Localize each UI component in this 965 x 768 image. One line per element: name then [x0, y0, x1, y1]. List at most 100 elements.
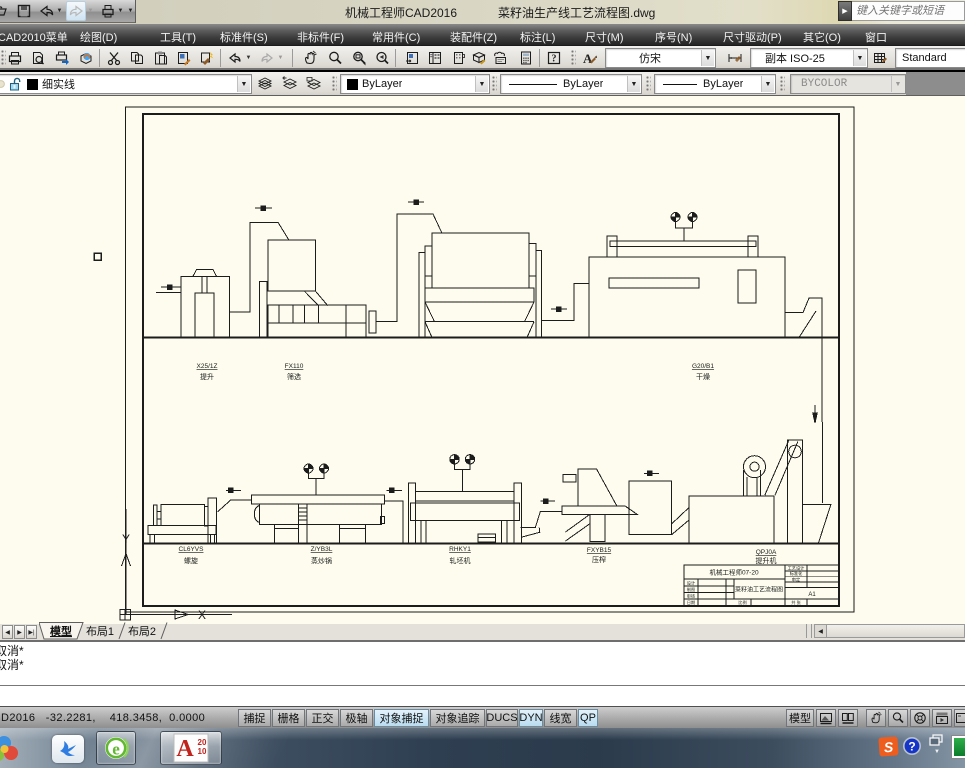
redo-dropdown-icon[interactable]: ▼ [86, 1, 95, 21]
redo-dropdown-icon[interactable]: ▼ [276, 49, 285, 67]
toggle-ortho[interactable]: 正交 [306, 709, 339, 727]
combo-dropdown-icon[interactable]: ▼ [853, 50, 866, 66]
start-orb-icon[interactable] [0, 734, 21, 764]
toggle-ducs[interactable]: DUCS [486, 709, 518, 727]
toggle-polar[interactable]: 极轴 [340, 709, 373, 727]
save-icon[interactable] [14, 1, 34, 21]
tab-next-icon[interactable]: ▶ [14, 625, 25, 639]
color-combo[interactable]: ByLayer ▼ [340, 74, 490, 94]
scroll-left-icon[interactable]: ◀ [814, 624, 827, 638]
sogou-icon[interactable]: S [878, 736, 899, 757]
menu-draw[interactable]: 绘图(D) [80, 29, 117, 45]
zoom-icon[interactable] [888, 709, 908, 727]
designcenter-icon[interactable] [426, 49, 444, 67]
menu-annotate[interactable]: 标注(L) [520, 29, 555, 45]
paste-special-icon[interactable] [175, 49, 193, 67]
layer-combo[interactable]: 细实线 ▼ [0, 74, 252, 94]
pan-icon[interactable] [866, 709, 886, 727]
tool-palettes-icon[interactable] [449, 49, 467, 67]
autocad-2010-icon[interactable]: A 20 10 [160, 731, 222, 765]
copy-icon[interactable] [128, 49, 146, 67]
plot-style-combo[interactable]: BYCOLOR ▼ [790, 74, 906, 94]
publish-icon[interactable] [77, 49, 95, 67]
match-properties-icon[interactable] [198, 49, 216, 67]
toggle-qp[interactable]: QP [578, 709, 598, 727]
lineweight-combo[interactable]: ByLayer ▼ [654, 74, 776, 94]
steering-wheel-icon[interactable] [910, 709, 930, 727]
zoom-realtime-icon[interactable] [326, 49, 344, 67]
linetype-combo[interactable]: ByLayer ▼ [500, 74, 642, 94]
toolbar-overflow-icon[interactable]: ▼ [126, 1, 135, 21]
print-icon[interactable] [98, 1, 118, 21]
dim-style-combo[interactable]: 副本 ISO-25 ▼ [750, 48, 868, 68]
redo-icon[interactable] [66, 1, 86, 21]
dim-style-icon[interactable] [726, 49, 744, 67]
combo-dropdown-icon[interactable]: ▼ [237, 76, 250, 92]
menu-dim-drive[interactable]: 尺寸驱动(P) [723, 29, 782, 45]
menu-tools[interactable]: 工具(T) [160, 29, 196, 45]
model-space-button[interactable]: 模型 [786, 709, 814, 727]
toolbar-grip[interactable] [492, 76, 497, 92]
menu-nonstandard-parts[interactable]: 非标件(F) [297, 29, 344, 45]
toolbar-grip[interactable] [780, 76, 785, 92]
restore-windows-icon[interactable] [929, 734, 943, 746]
undo-icon[interactable] [226, 49, 244, 67]
combo-dropdown-icon[interactable]: ▼ [475, 76, 488, 92]
tab-model-label[interactable]: 模型 [50, 624, 72, 638]
toolbar-grip[interactable] [332, 76, 337, 92]
clean-screen-icon[interactable] [954, 709, 965, 727]
table-style-combo[interactable]: Standard [895, 48, 965, 68]
table-style-icon[interactable] [871, 49, 889, 67]
print-dropdown-icon[interactable]: ▼ [116, 1, 125, 21]
scrollbar-grip[interactable] [806, 624, 812, 638]
coordinates-display[interactable]: -32.2281, 418.3458, 0.0000 [46, 712, 205, 724]
menu-serial[interactable]: 序号(N) [655, 29, 692, 45]
menu-cad2010[interactable]: CAD2010菜单 [0, 29, 68, 45]
quick-view-drawings-icon[interactable] [838, 709, 858, 727]
search-input[interactable] [852, 1, 965, 21]
sheet-set-manager-icon[interactable] [470, 49, 488, 67]
menu-dimension[interactable]: 尺寸(M) [585, 29, 624, 45]
paste-icon[interactable] [152, 49, 170, 67]
properties-palette-icon[interactable] [403, 49, 421, 67]
menu-others[interactable]: 其它(O) [803, 29, 841, 45]
toolbar-grip[interactable] [646, 76, 651, 92]
pan-icon[interactable] [301, 49, 319, 67]
scrollbar-thumb[interactable] [827, 624, 965, 638]
print-icon[interactable] [6, 49, 24, 67]
text-style-combo[interactable]: 仿宋 ▼ [605, 48, 716, 68]
cut-icon[interactable] [105, 49, 123, 67]
layer-properties-icon[interactable] [256, 74, 274, 92]
tab-layout1[interactable]: 布局1 [86, 625, 114, 638]
toggle-dyn[interactable]: DYN [519, 709, 543, 727]
command-window[interactable]: 取消* 取消* [0, 642, 965, 706]
menu-common-parts[interactable]: 常用件(C) [372, 29, 420, 45]
tab-layout2[interactable]: 布局2 [128, 625, 156, 638]
markup-set-manager-icon[interactable] [491, 49, 509, 67]
layer-states-icon[interactable] [304, 74, 322, 92]
undo-icon[interactable] [37, 1, 57, 21]
combo-dropdown-icon[interactable]: ▼ [761, 76, 774, 92]
search-expand-icon[interactable]: ▶ [838, 1, 852, 21]
undo-dropdown-icon[interactable]: ▼ [55, 1, 64, 21]
toolbar-grip[interactable] [571, 50, 576, 66]
browser-360-icon[interactable]: e [96, 731, 136, 765]
toggle-otrack[interactable]: 对象追踪 [430, 709, 485, 727]
redo-icon[interactable] [258, 49, 276, 67]
combo-dropdown-icon[interactable]: ▼ [627, 76, 640, 92]
combo-dropdown-icon[interactable]: ▼ [701, 50, 714, 66]
quick-view-layouts-icon[interactable] [816, 709, 836, 727]
zoom-previous-icon[interactable] [373, 49, 391, 67]
quick-calc-icon[interactable] [517, 49, 535, 67]
zoom-window-icon[interactable] [350, 49, 368, 67]
tab-first-icon[interactable]: ◀ [2, 625, 13, 639]
print-preview-icon[interactable] [29, 49, 47, 67]
menu-window[interactable]: 窗口 [865, 29, 887, 45]
toggle-snap[interactable]: 捕捉 [238, 709, 271, 727]
toggle-grid[interactable]: 栅格 [272, 709, 305, 727]
plot-export-icon[interactable] [53, 49, 71, 67]
open-icon[interactable] [0, 1, 10, 21]
help-icon[interactable]: ? [545, 49, 563, 67]
menu-standard-parts[interactable]: 标准件(S) [220, 29, 268, 45]
text-style-icon[interactable]: A [580, 49, 598, 67]
